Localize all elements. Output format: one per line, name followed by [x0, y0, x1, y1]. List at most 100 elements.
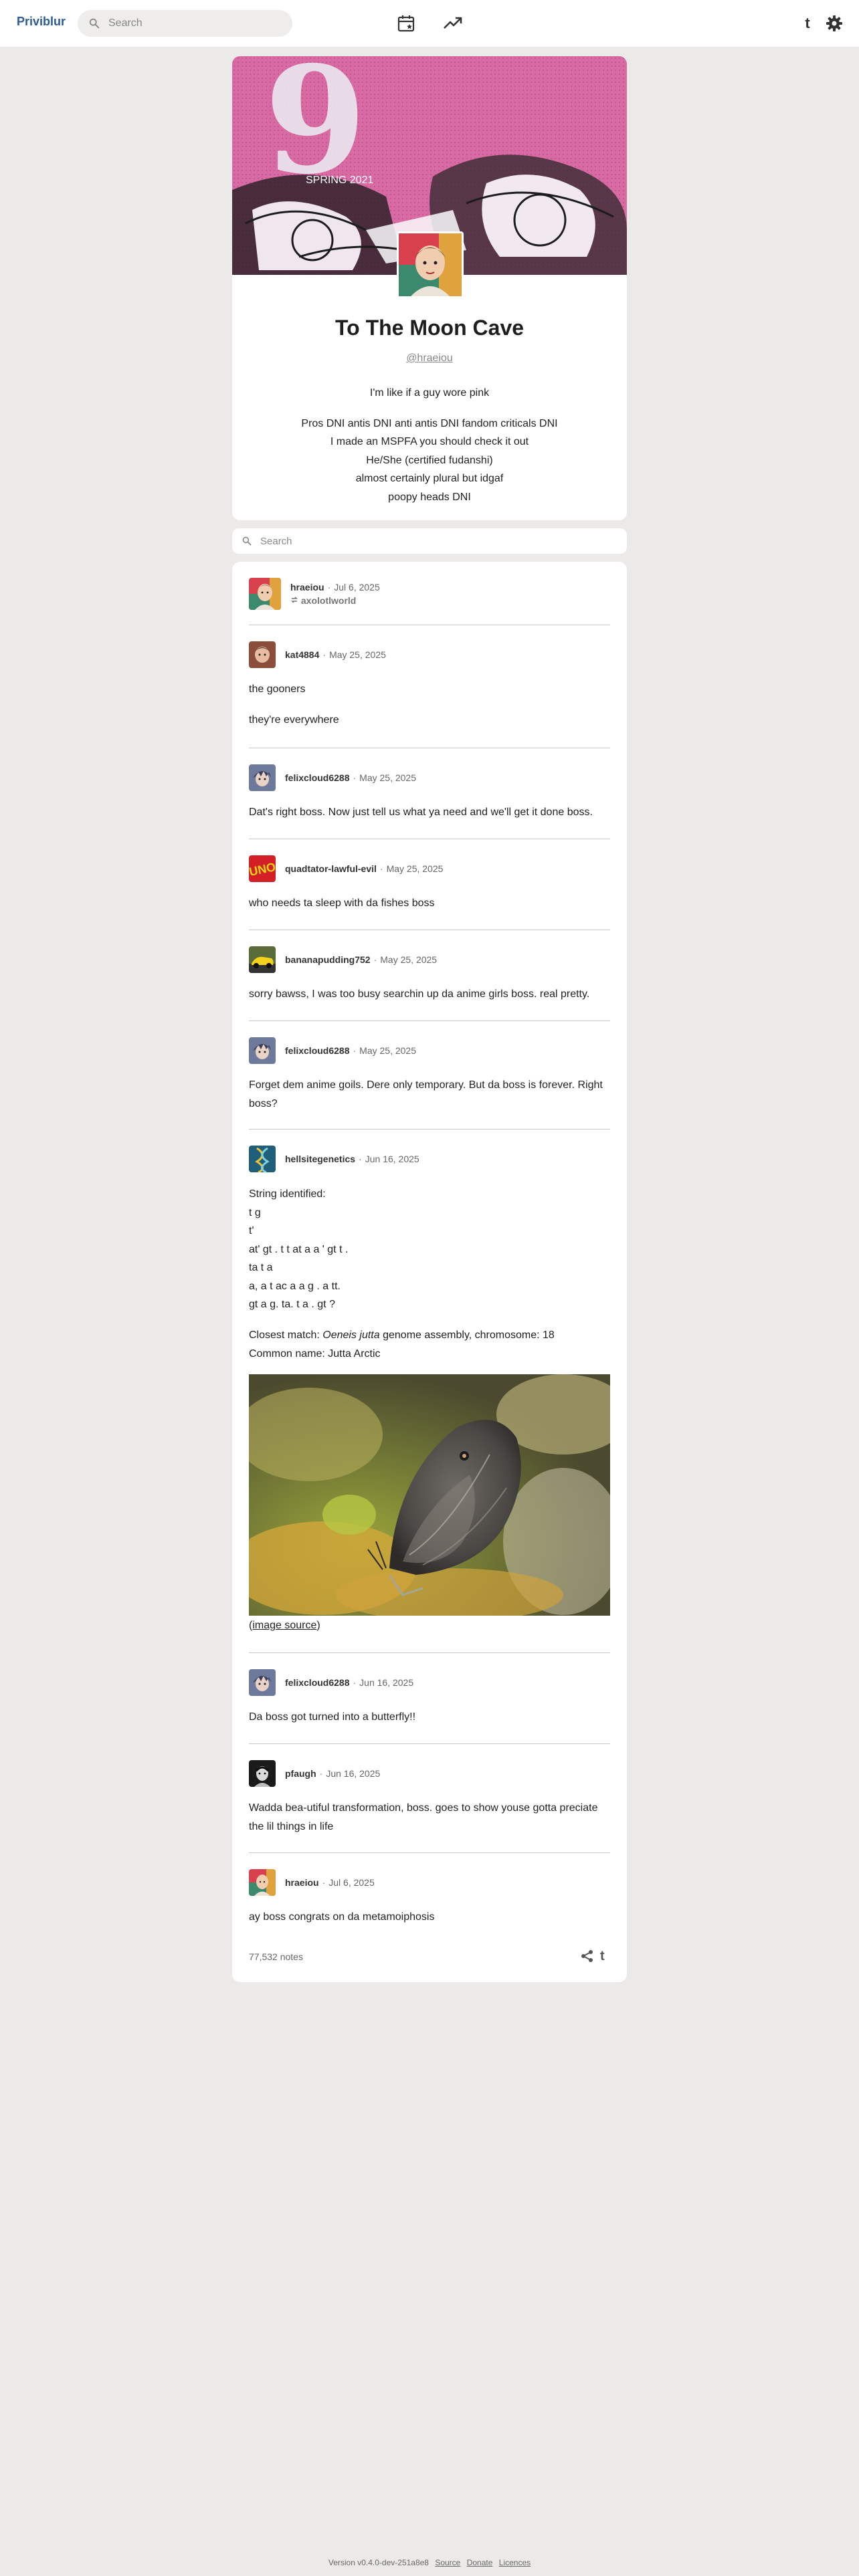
search-icon	[242, 536, 252, 546]
calendar-icon[interactable]	[395, 12, 417, 35]
blog-search-input[interactable]	[260, 535, 595, 547]
common-name: Common name: Jutta Arctic	[249, 1348, 381, 1360]
search-icon	[89, 18, 100, 29]
thread-entry-header: felixcloud6288 · May 25, 2025	[249, 764, 416, 791]
top-bar: Priviblur t	[0, 0, 859, 47]
thread-user[interactable]: hraeiou	[285, 1877, 319, 1888]
match-suffix: genome assembly, chromosome: 18	[379, 1329, 555, 1341]
bio-intro: I'm like if a guy wore pink	[369, 387, 490, 399]
post-date[interactable]: Jul 6, 2025	[334, 582, 380, 593]
reblog-source[interactable]: axolotlworld	[301, 595, 356, 606]
match-prefix: Closest match:	[249, 1329, 323, 1341]
divider	[249, 1129, 610, 1130]
thread-date[interactable]: Jun 16, 2025	[359, 1677, 413, 1688]
tumblr-icon[interactable]: t	[600, 1949, 612, 1963]
separator-dot: ·	[353, 1677, 357, 1688]
thread-date[interactable]: May 25, 2025	[380, 954, 437, 965]
notes-count[interactable]: 77,532 notes	[249, 1951, 303, 1962]
footer-link-donate[interactable]: Donate	[467, 2558, 493, 2567]
thread-user[interactable]: bananapudding752	[285, 954, 371, 965]
thread-entry-header: bananapudding752 · May 25, 2025	[249, 946, 437, 973]
bio-line: Pros DNI antis DNI anti antis DNI fandom…	[301, 417, 558, 429]
thread-text: the gooners	[249, 683, 306, 695]
thread-date[interactable]: May 25, 2025	[359, 772, 416, 783]
separator-dot: ·	[353, 1045, 357, 1056]
avatar[interactable]	[249, 946, 276, 973]
thread-text: sorry bawss, I was too busy searchin up …	[249, 988, 590, 1000]
bio-line: He/She (certified fudanshi)	[366, 454, 493, 466]
image-source-caption: (image source)	[249, 1620, 320, 1631]
dna-string-block: String identified: t g t' at' gt . t t a…	[249, 1185, 610, 1314]
bio-line: almost certainly plural but idgaf	[355, 473, 504, 484]
separator-dot: ·	[319, 1768, 323, 1779]
gear-icon[interactable]	[823, 12, 846, 35]
blog-avatar[interactable]	[397, 231, 464, 298]
footer-link-source[interactable]: Source	[435, 2558, 460, 2567]
thread-user[interactable]: hellsitegenetics	[285, 1154, 355, 1164]
avatar[interactable]	[249, 1146, 276, 1172]
divider	[249, 1652, 610, 1653]
thread-user[interactable]: pfaugh	[285, 1768, 316, 1779]
thread-user[interactable]: felixcloud6288	[285, 1677, 350, 1688]
dna-line: a, a t ac a a g . a tt.	[249, 1280, 341, 1292]
bio-line: I made an MSPFA you should check it out	[330, 436, 529, 447]
separator-dot: ·	[322, 1877, 326, 1888]
match-species: Oeneis jutta	[322, 1329, 380, 1341]
reblog-icon	[291, 597, 298, 603]
dna-line: gt a g. ta. t a . gt ?	[249, 1299, 335, 1310]
post-author[interactable]: hraeiou	[290, 582, 324, 593]
thread-date[interactable]: May 25, 2025	[359, 1045, 416, 1056]
thread-date[interactable]: May 25, 2025	[329, 649, 386, 660]
separator-dot: ·	[353, 772, 357, 783]
trending-icon[interactable]	[442, 12, 464, 35]
thread-date[interactable]: Jun 16, 2025	[326, 1768, 380, 1779]
blog-search-box[interactable]	[232, 528, 627, 554]
post-header: hraeiou · Jul 6, 2025 axolotlworld	[249, 578, 380, 610]
thread-date[interactable]: May 25, 2025	[387, 863, 444, 874]
avatar[interactable]	[249, 578, 281, 610]
thread-text: Dat's right boss. Now just tell us what …	[249, 807, 593, 818]
butterfly-photo[interactable]	[249, 1374, 610, 1616]
image-source-link[interactable]: image source	[252, 1620, 316, 1631]
thread-user[interactable]: felixcloud6288	[285, 772, 350, 783]
avatar[interactable]: UNO	[249, 855, 276, 882]
separator-dot: ·	[327, 582, 331, 593]
thread-text: Wadda bea-utiful transformation, boss. g…	[249, 1802, 598, 1832]
separator-dot: ·	[322, 649, 326, 660]
thread-text: Forget dem anime goils. Dere only tempor…	[249, 1079, 603, 1109]
thread-date[interactable]: Jun 16, 2025	[365, 1154, 419, 1164]
separator-dot: ·	[373, 954, 377, 965]
version-text: Version v0.4.0-dev-251a8e8	[328, 2558, 429, 2567]
dna-line: String identified:	[249, 1188, 326, 1200]
thread-user[interactable]: quadtator-lawful-evil	[285, 863, 377, 874]
thread-user[interactable]: felixcloud6288	[285, 1045, 350, 1056]
thread-user[interactable]: kat4884	[285, 649, 319, 660]
closest-match-block: Closest match: Oeneis jutta genome assem…	[249, 1326, 610, 1363]
reblogged-from[interactable]: axolotlworld	[290, 595, 380, 606]
tumblr-icon[interactable]: t	[796, 12, 819, 35]
blog-header-card: SPRING 2021 9 To The Moon Cave @hraeiou …	[232, 56, 627, 520]
top-search-box[interactable]	[78, 10, 292, 37]
thread-text: they're everywhere	[249, 714, 339, 726]
top-search-input[interactable]	[108, 17, 276, 29]
avatar[interactable]	[249, 641, 276, 668]
thread-entry-header: UNO quadtator-lawful-evil · May 25, 2025	[249, 855, 443, 882]
app-logo[interactable]: Priviblur	[17, 15, 66, 29]
avatar[interactable]	[249, 764, 276, 791]
dna-line: t'	[249, 1225, 254, 1237]
blog-handle-link[interactable]: @hraeiou	[232, 352, 627, 364]
avatar[interactable]	[249, 1037, 276, 1064]
thread-date[interactable]: Jul 6, 2025	[328, 1877, 375, 1888]
avatar[interactable]	[249, 1669, 276, 1696]
avatar[interactable]	[249, 1760, 276, 1787]
divider	[249, 1743, 610, 1744]
thread-entry-header: hellsitegenetics · Jun 16, 2025	[249, 1146, 419, 1172]
page-footer: Version v0.4.0-dev-251a8e8 Source Donate…	[0, 2558, 859, 2567]
thread-entry-header: kat4884 · May 25, 2025	[249, 641, 386, 668]
thread-entry-header: felixcloud6288 · Jun 16, 2025	[249, 1669, 413, 1696]
share-icon[interactable]	[580, 1949, 595, 1963]
footer-link-licences[interactable]: Licences	[499, 2558, 531, 2567]
thread-entry-header: felixcloud6288 · May 25, 2025	[249, 1037, 416, 1064]
thread-text: who needs ta sleep with da fishes boss	[249, 897, 435, 909]
avatar[interactable]	[249, 1869, 276, 1896]
